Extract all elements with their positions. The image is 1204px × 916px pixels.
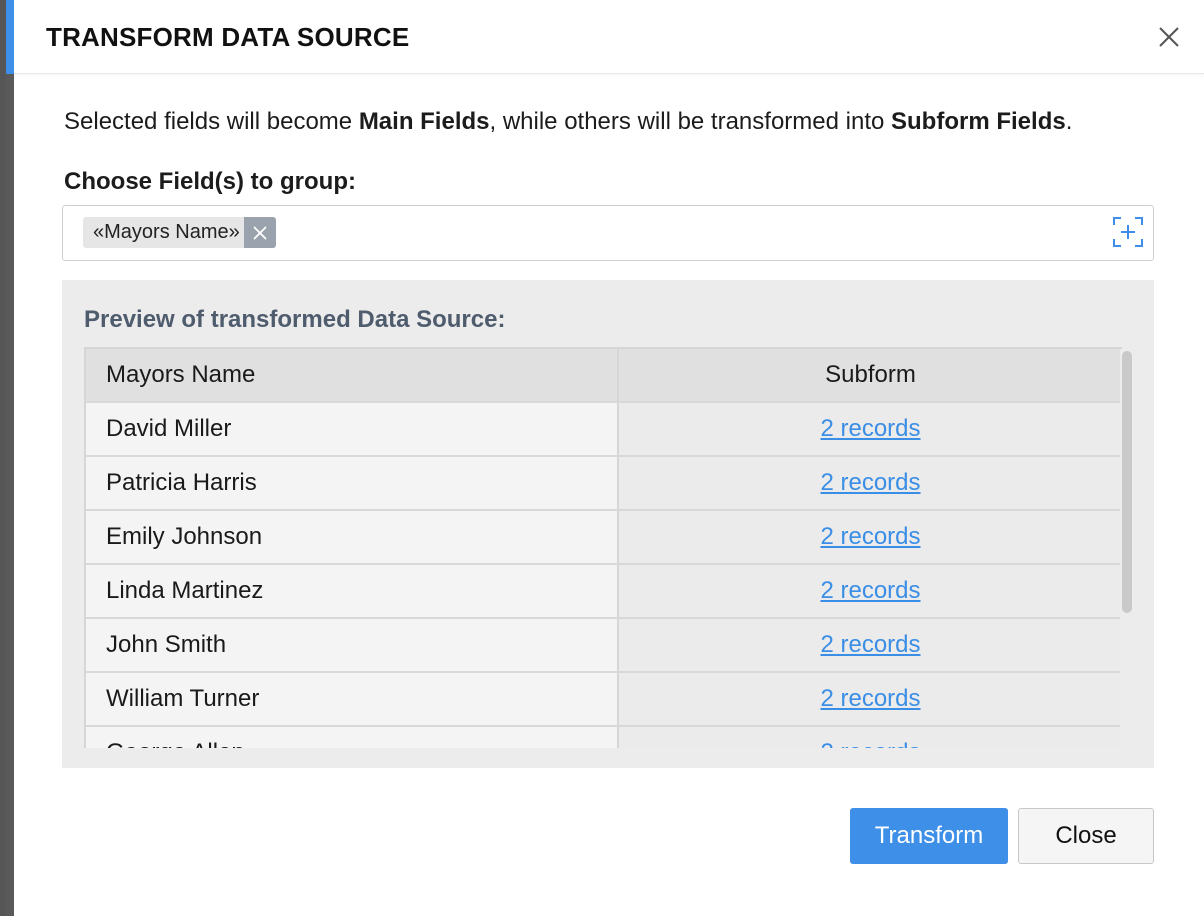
mayor-name-cell: Patricia Harris [86, 456, 619, 511]
intro-part: , while others will be transformed into [489, 108, 892, 135]
column-header-mayors-name: Mayors Name [86, 347, 619, 403]
dialog-title: TRANSFORM DATA SOURCE [46, 22, 410, 52]
subform-records-link[interactable]: 2 records [820, 685, 920, 712]
preview-table-scroll[interactable]: Mayors Name Subform David Miller 2 recor… [84, 347, 1134, 748]
dialog-header: TRANSFORM DATA SOURCE [6, 0, 1204, 74]
table-row: Linda Martinez 2 records [86, 564, 1122, 619]
intro-part: Selected fields will become [64, 108, 359, 135]
subform-cell: 2 records [618, 618, 1122, 673]
mayor-name-cell: William Turner [86, 672, 619, 727]
preview-panel: Preview of transformed Data Source: Mayo… [62, 280, 1154, 768]
transform-button[interactable]: Transform [850, 808, 1008, 864]
field-picker[interactable]: «Mayors Name» [62, 205, 1154, 261]
subform-cell: 2 records [618, 672, 1122, 727]
intro-part: . [1065, 108, 1073, 135]
intro-subform-fields: Subform Fields [891, 108, 1066, 135]
subform-records-link[interactable]: 2 records [820, 739, 920, 748]
transform-dialog: TRANSFORM DATA SOURCE Selected fields wi… [6, 0, 1204, 916]
chip-label: «Mayors Name» [93, 221, 240, 243]
add-field-icon[interactable] [1111, 215, 1145, 249]
table-row: Patricia Harris 2 records [86, 456, 1122, 511]
subform-cell: 2 records [618, 726, 1122, 748]
preview-table: Mayors Name Subform David Miller 2 recor… [86, 347, 1122, 748]
table-row: Emily Johnson 2 records [86, 510, 1122, 565]
preview-title: Preview of transformed Data Source: [84, 306, 506, 333]
close-icon [253, 225, 267, 240]
intro-text: Selected fields will become Main Fields,… [64, 108, 1072, 136]
table-row: John Smith 2 records [86, 618, 1122, 673]
mayor-name-cell: Emily Johnson [86, 510, 619, 565]
subform-records-link[interactable]: 2 records [820, 523, 920, 550]
subform-records-link[interactable]: 2 records [820, 415, 920, 442]
scrollbar-thumb[interactable] [1122, 351, 1132, 613]
table-row: David Miller 2 records [86, 402, 1122, 457]
intro-main-fields: Main Fields [358, 108, 490, 135]
subform-cell: 2 records [618, 510, 1122, 565]
close-icon[interactable] [1156, 24, 1182, 50]
table-scrollbar[interactable] [1120, 349, 1134, 748]
mayor-name-cell: Linda Martinez [86, 564, 619, 619]
header-accent [6, 0, 14, 74]
subform-cell: 2 records [618, 564, 1122, 619]
subform-records-link[interactable]: 2 records [820, 631, 920, 658]
mayor-name-cell: John Smith [86, 618, 619, 673]
table-header-row: Mayors Name Subform [86, 347, 1122, 403]
subform-cell: 2 records [618, 456, 1122, 511]
choose-fields-label: Choose Field(s) to group: [64, 168, 356, 195]
subform-records-link[interactable]: 2 records [820, 577, 920, 604]
close-button[interactable]: Close [1018, 808, 1154, 864]
field-chip: «Mayors Name» [83, 217, 276, 248]
subform-records-link[interactable]: 2 records [820, 469, 920, 496]
table-row: George Allen 2 records [86, 726, 1122, 748]
column-header-subform: Subform [618, 347, 1122, 403]
mayor-name-cell: David Miller [86, 402, 619, 457]
subform-cell: 2 records [618, 402, 1122, 457]
table-row: William Turner 2 records [86, 672, 1122, 727]
mayor-name-cell: George Allen [86, 726, 619, 748]
chip-remove-button[interactable] [243, 217, 276, 248]
